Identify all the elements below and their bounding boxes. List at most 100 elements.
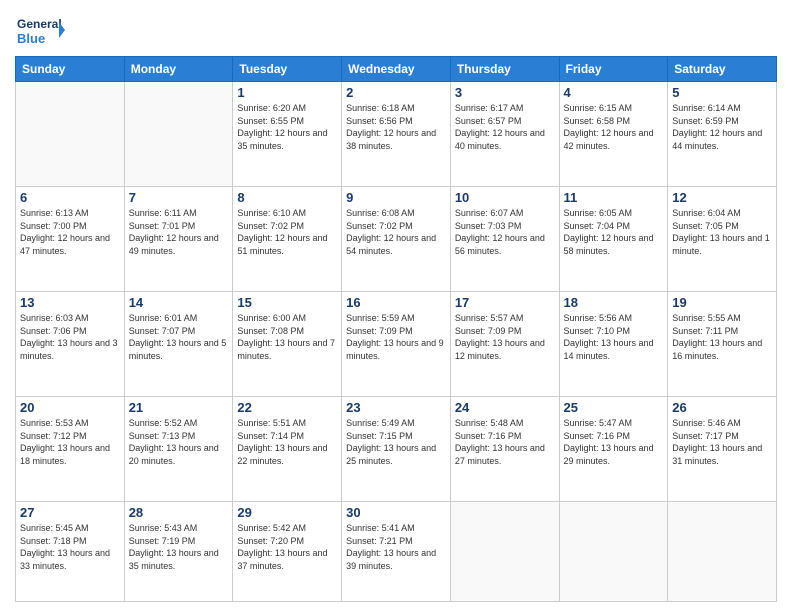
calendar-cell: 23Sunrise: 5:49 AM Sunset: 7:15 PM Dayli… bbox=[342, 397, 451, 502]
calendar-cell: 28 Sunrise: 5:43 AM Sunset: 7:19 PM Dayli… bbox=[124, 502, 233, 602]
calendar-cell: 8 Sunrise: 6:10 AM Sunset: 7:02 PM Daylig… bbox=[233, 187, 342, 292]
day-info: Sunrise: 5:45 AM Sunset: 7:18 PM Dayligh… bbox=[20, 522, 120, 572]
calendar-cell bbox=[668, 502, 777, 602]
calendar-cell: 15 Sunrise: 6:00 AM Sunset: 7:08 PM Dayli… bbox=[233, 292, 342, 397]
calendar-cell: 27 Sunrise: 5:45 AM Sunset: 7:18 PM Dayli… bbox=[16, 502, 125, 602]
logo: General Blue bbox=[15, 10, 65, 50]
svg-text:Blue: Blue bbox=[17, 31, 45, 46]
calendar-body: 1 Sunrise: 6:20 AM Sunset: 6:55 PM Daylig… bbox=[16, 82, 777, 602]
day-number: 16 bbox=[346, 295, 446, 310]
day-number: 20 bbox=[20, 400, 120, 415]
day-number: 28 bbox=[129, 505, 229, 520]
page: General Blue SundayMondayTuesdayWednesda… bbox=[0, 0, 792, 612]
day-number: 9 bbox=[346, 190, 446, 205]
day-number: 14 bbox=[129, 295, 229, 310]
day-number: 27 bbox=[20, 505, 120, 520]
calendar-cell: 10Sunrise: 6:07 AM Sunset: 7:03 PM Dayli… bbox=[450, 187, 559, 292]
day-info: Sunrise: 6:11 AM Sunset: 7:01 PM Dayligh… bbox=[129, 207, 229, 257]
day-number: 26 bbox=[672, 400, 772, 415]
day-info: Sunrise: 6:10 AM Sunset: 7:02 PM Dayligh… bbox=[237, 207, 337, 257]
day-info: Sunrise: 6:20 AM Sunset: 6:55 PM Dayligh… bbox=[237, 102, 337, 152]
header: General Blue bbox=[15, 10, 777, 50]
day-info: Sunrise: 5:43 AM Sunset: 7:19 PM Dayligh… bbox=[129, 522, 229, 572]
calendar-week-row: 1 Sunrise: 6:20 AM Sunset: 6:55 PM Daylig… bbox=[16, 82, 777, 187]
day-header-thursday: Thursday bbox=[450, 57, 559, 82]
day-number: 17 bbox=[455, 295, 555, 310]
day-number: 8 bbox=[237, 190, 337, 205]
day-info: Sunrise: 6:05 AM Sunset: 7:04 PM Dayligh… bbox=[564, 207, 664, 257]
calendar-week-row: 27 Sunrise: 5:45 AM Sunset: 7:18 PM Dayli… bbox=[16, 502, 777, 602]
day-info: Sunrise: 5:42 AM Sunset: 7:20 PM Dayligh… bbox=[237, 522, 337, 572]
day-info: Sunrise: 5:59 AM Sunset: 7:09 PM Dayligh… bbox=[346, 312, 446, 362]
calendar-cell: 22 Sunrise: 5:51 AM Sunset: 7:14 PM Dayli… bbox=[233, 397, 342, 502]
day-info: Sunrise: 6:15 AM Sunset: 6:58 PM Dayligh… bbox=[564, 102, 664, 152]
day-number: 19 bbox=[672, 295, 772, 310]
calendar-cell bbox=[450, 502, 559, 602]
calendar-week-row: 13Sunrise: 6:03 AM Sunset: 7:06 PM Dayli… bbox=[16, 292, 777, 397]
day-number: 21 bbox=[129, 400, 229, 415]
day-number: 15 bbox=[237, 295, 337, 310]
day-info: Sunrise: 6:00 AM Sunset: 7:08 PM Dayligh… bbox=[237, 312, 337, 362]
day-number: 30 bbox=[346, 505, 446, 520]
calendar-cell: 11Sunrise: 6:05 AM Sunset: 7:04 PM Dayli… bbox=[559, 187, 668, 292]
calendar-cell bbox=[16, 82, 125, 187]
day-info: Sunrise: 5:53 AM Sunset: 7:12 PM Dayligh… bbox=[20, 417, 120, 467]
day-info: Sunrise: 5:48 AM Sunset: 7:16 PM Dayligh… bbox=[455, 417, 555, 467]
day-info: Sunrise: 5:47 AM Sunset: 7:16 PM Dayligh… bbox=[564, 417, 664, 467]
day-info: Sunrise: 6:01 AM Sunset: 7:07 PM Dayligh… bbox=[129, 312, 229, 362]
calendar-cell: 14 Sunrise: 6:01 AM Sunset: 7:07 PM Dayli… bbox=[124, 292, 233, 397]
day-number: 1 bbox=[237, 85, 337, 100]
calendar-cell: 18Sunrise: 5:56 AM Sunset: 7:10 PM Dayli… bbox=[559, 292, 668, 397]
calendar-cell: 16 Sunrise: 5:59 AM Sunset: 7:09 PM Dayli… bbox=[342, 292, 451, 397]
day-number: 3 bbox=[455, 85, 555, 100]
calendar-cell: 1 Sunrise: 6:20 AM Sunset: 6:55 PM Daylig… bbox=[233, 82, 342, 187]
calendar-cell: 24 Sunrise: 5:48 AM Sunset: 7:16 PM Dayli… bbox=[450, 397, 559, 502]
calendar-cell: 19 Sunrise: 5:55 AM Sunset: 7:11 PM Dayli… bbox=[668, 292, 777, 397]
day-info: Sunrise: 6:08 AM Sunset: 7:02 PM Dayligh… bbox=[346, 207, 446, 257]
day-number: 6 bbox=[20, 190, 120, 205]
day-number: 4 bbox=[564, 85, 664, 100]
calendar-cell bbox=[559, 502, 668, 602]
day-number: 5 bbox=[672, 85, 772, 100]
day-number: 2 bbox=[346, 85, 446, 100]
day-info: Sunrise: 6:18 AM Sunset: 6:56 PM Dayligh… bbox=[346, 102, 446, 152]
calendar-week-row: 6 Sunrise: 6:13 AM Sunset: 7:00 PM Daylig… bbox=[16, 187, 777, 292]
day-number: 10 bbox=[455, 190, 555, 205]
day-info: Sunrise: 6:03 AM Sunset: 7:06 PM Dayligh… bbox=[20, 312, 120, 362]
day-header-friday: Friday bbox=[559, 57, 668, 82]
day-number: 18 bbox=[564, 295, 664, 310]
calendar: SundayMondayTuesdayWednesdayThursdayFrid… bbox=[15, 56, 777, 602]
calendar-header-row: SundayMondayTuesdayWednesdayThursdayFrid… bbox=[16, 57, 777, 82]
calendar-cell: 6 Sunrise: 6:13 AM Sunset: 7:00 PM Daylig… bbox=[16, 187, 125, 292]
calendar-cell: 20 Sunrise: 5:53 AM Sunset: 7:12 PM Dayli… bbox=[16, 397, 125, 502]
day-number: 29 bbox=[237, 505, 337, 520]
calendar-cell: 5Sunrise: 6:14 AM Sunset: 6:59 PM Daylig… bbox=[668, 82, 777, 187]
day-info: Sunrise: 5:41 AM Sunset: 7:21 PM Dayligh… bbox=[346, 522, 446, 572]
day-info: Sunrise: 5:55 AM Sunset: 7:11 PM Dayligh… bbox=[672, 312, 772, 362]
day-header-tuesday: Tuesday bbox=[233, 57, 342, 82]
calendar-cell: 12Sunrise: 6:04 AM Sunset: 7:05 PM Dayli… bbox=[668, 187, 777, 292]
day-number: 22 bbox=[237, 400, 337, 415]
calendar-cell: 26Sunrise: 5:46 AM Sunset: 7:17 PM Dayli… bbox=[668, 397, 777, 502]
day-info: Sunrise: 5:51 AM Sunset: 7:14 PM Dayligh… bbox=[237, 417, 337, 467]
calendar-cell: 9 Sunrise: 6:08 AM Sunset: 7:02 PM Daylig… bbox=[342, 187, 451, 292]
calendar-cell: 2 Sunrise: 6:18 AM Sunset: 6:56 PM Daylig… bbox=[342, 82, 451, 187]
day-number: 25 bbox=[564, 400, 664, 415]
day-header-saturday: Saturday bbox=[668, 57, 777, 82]
day-info: Sunrise: 5:57 AM Sunset: 7:09 PM Dayligh… bbox=[455, 312, 555, 362]
calendar-cell bbox=[124, 82, 233, 187]
calendar-cell: 13Sunrise: 6:03 AM Sunset: 7:06 PM Dayli… bbox=[16, 292, 125, 397]
day-info: Sunrise: 6:17 AM Sunset: 6:57 PM Dayligh… bbox=[455, 102, 555, 152]
calendar-week-row: 20 Sunrise: 5:53 AM Sunset: 7:12 PM Dayli… bbox=[16, 397, 777, 502]
day-info: Sunrise: 5:52 AM Sunset: 7:13 PM Dayligh… bbox=[129, 417, 229, 467]
calendar-cell: 7 Sunrise: 6:11 AM Sunset: 7:01 PM Daylig… bbox=[124, 187, 233, 292]
svg-text:General: General bbox=[17, 17, 62, 31]
day-info: Sunrise: 6:13 AM Sunset: 7:00 PM Dayligh… bbox=[20, 207, 120, 257]
calendar-cell: 30 Sunrise: 5:41 AM Sunset: 7:21 PM Dayli… bbox=[342, 502, 451, 602]
day-header-monday: Monday bbox=[124, 57, 233, 82]
day-number: 7 bbox=[129, 190, 229, 205]
day-number: 23 bbox=[346, 400, 446, 415]
day-number: 24 bbox=[455, 400, 555, 415]
calendar-cell: 4 Sunrise: 6:15 AM Sunset: 6:58 PM Daylig… bbox=[559, 82, 668, 187]
calendar-cell: 17 Sunrise: 5:57 AM Sunset: 7:09 PM Dayli… bbox=[450, 292, 559, 397]
